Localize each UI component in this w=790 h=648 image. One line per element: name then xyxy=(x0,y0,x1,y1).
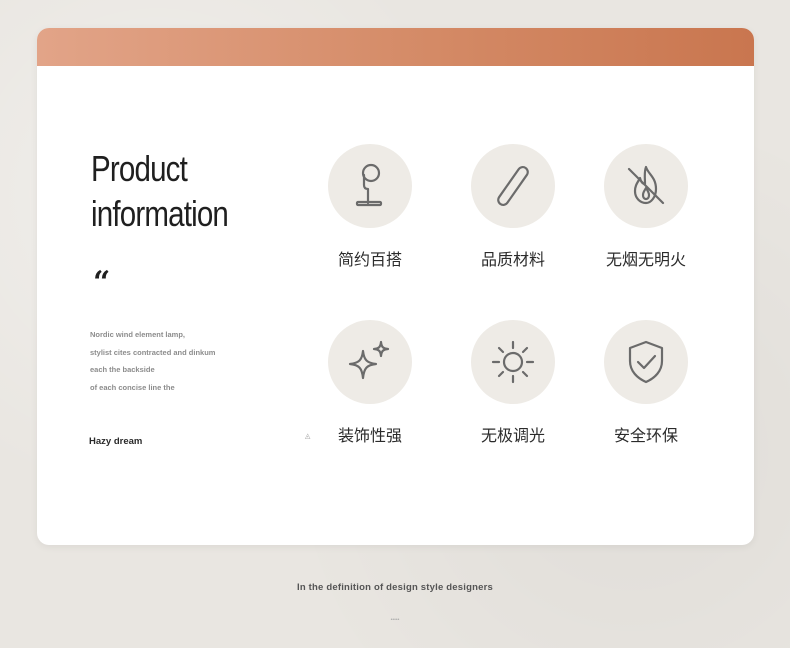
sun-icon xyxy=(491,340,535,384)
feature-icon-circle xyxy=(328,144,412,228)
card-header-bar xyxy=(37,28,754,66)
feature-stepless-dimming: 无极调光 xyxy=(448,320,578,450)
quote-mark: “ xyxy=(93,265,111,300)
feature-simple-versatile: 简约百搭 xyxy=(305,144,435,274)
description-line: of each concise line the xyxy=(90,383,175,393)
product-info-card: Product information “ Nordic wind elemen… xyxy=(37,28,754,545)
description-line: each the backside xyxy=(90,365,155,375)
feature-label: 无烟无明火 xyxy=(605,250,686,269)
sparkle-icon xyxy=(348,340,390,380)
feature-label: 品质材料 xyxy=(480,250,545,269)
feature-label: 无极调光 xyxy=(480,426,545,445)
footer-decoration: ••••• xyxy=(390,617,400,623)
no-flame-icon xyxy=(627,165,665,205)
feature-no-smoke-fire: 无烟无明火 xyxy=(581,144,711,274)
feature-icon-circle xyxy=(604,320,688,404)
page-title: Product information xyxy=(91,146,229,236)
title-line-2: information xyxy=(91,193,229,234)
footer-caption: In the definition of design style design… xyxy=(297,582,493,593)
feature-icon-circle xyxy=(328,320,412,404)
title-line-1: Product xyxy=(91,148,188,189)
feature-label: 装饰性强 xyxy=(337,426,402,445)
description-line: Nordic wind element lamp, xyxy=(90,330,186,339)
description: Nordic wind element lamp, stylist cites … xyxy=(90,326,290,397)
description-line: stylist cites contracted and dinkum xyxy=(90,347,216,357)
feature-decorative: 装饰性强 xyxy=(305,320,435,450)
feature-label: 安全环保 xyxy=(613,426,678,445)
feature-icon-circle xyxy=(471,320,555,404)
bar-material-icon xyxy=(497,165,529,207)
feature-icon-circle xyxy=(471,144,555,228)
desk-lamp-icon xyxy=(355,163,383,207)
brand-name: Hazy dream xyxy=(89,436,143,447)
shield-check-icon xyxy=(628,340,664,384)
feature-label: 简约百搭 xyxy=(337,250,402,269)
feature-icon-circle xyxy=(604,144,688,228)
feature-safe-eco: 安全环保 xyxy=(581,320,711,450)
feature-quality-material: 品质材料 xyxy=(448,144,578,274)
